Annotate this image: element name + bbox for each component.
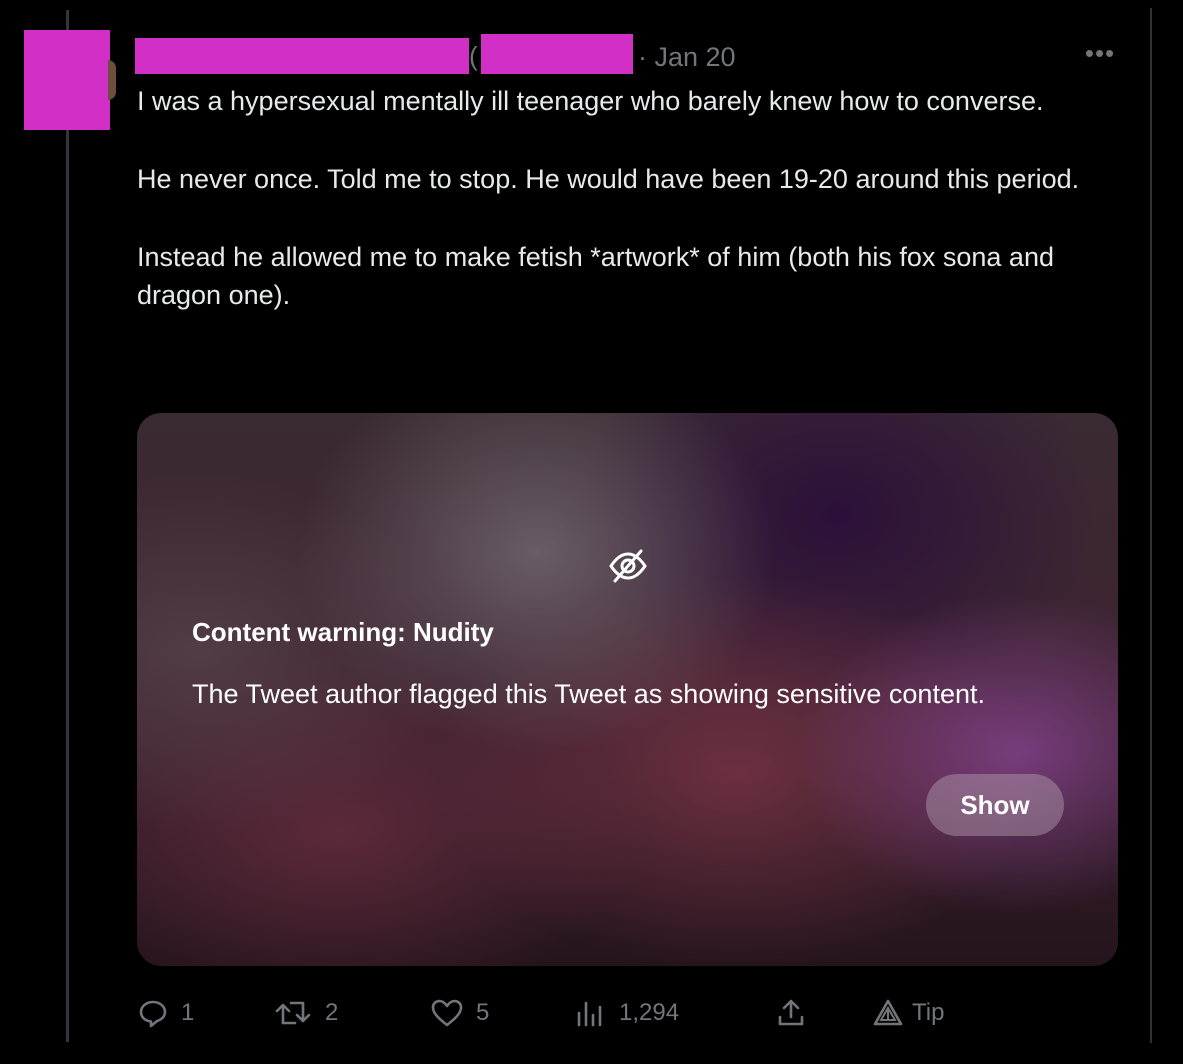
reply-count: 1 <box>181 999 195 1026</box>
retweet-icon <box>273 997 313 1029</box>
tweet-actions-bar: 1 2 5 1,294 Tip <box>137 990 1037 1036</box>
more-options-button[interactable]: ••• <box>1082 40 1118 72</box>
like-button[interactable]: 5 <box>430 990 489 1036</box>
analytics-icon <box>573 997 607 1029</box>
sensitive-media-card[interactable]: Content warning: Nudity The Tweet author… <box>137 413 1118 966</box>
views-count: 1,294 <box>619 999 680 1026</box>
eye-slash-icon <box>607 545 649 587</box>
handle-redacted[interactable] <box>481 34 633 74</box>
share-icon <box>775 997 807 1029</box>
heart-icon <box>430 997 464 1029</box>
column-border <box>1150 8 1152 1043</box>
tweet-paragraph: I was a hypersexual mentally ill teenage… <box>137 86 1044 116</box>
show-media-button[interactable]: Show <box>926 774 1064 836</box>
tweet-paragraph: He never once. Told me to stop. He would… <box>137 164 1080 194</box>
tweet-timestamp[interactable]: · Jan 20 <box>638 40 736 74</box>
share-button[interactable] <box>775 990 807 1036</box>
tweet-paragraph: Instead he allowed me to make fetish *ar… <box>137 242 1054 310</box>
tip-button[interactable]: Tip <box>872 990 944 1036</box>
tip-label: Tip <box>912 999 945 1026</box>
avatar-redacted[interactable] <box>24 30 110 130</box>
retweet-button[interactable]: 2 <box>273 990 338 1036</box>
display-name-redacted[interactable] <box>135 38 469 74</box>
avatar-edge <box>108 60 116 100</box>
reply-icon <box>137 997 169 1029</box>
thread-line <box>66 10 69 1042</box>
reply-button[interactable]: 1 <box>137 990 194 1036</box>
views-button[interactable]: 1,294 <box>573 990 679 1036</box>
content-warning-title: Content warning: Nudity <box>192 617 494 647</box>
tweet-text: I was a hypersexual mentally ill teenage… <box>137 82 1117 354</box>
like-count: 5 <box>476 999 490 1026</box>
content-warning-description: The Tweet author flagged this Tweet as s… <box>192 679 985 709</box>
retweet-count: 2 <box>325 999 339 1026</box>
tip-icon <box>872 997 904 1029</box>
